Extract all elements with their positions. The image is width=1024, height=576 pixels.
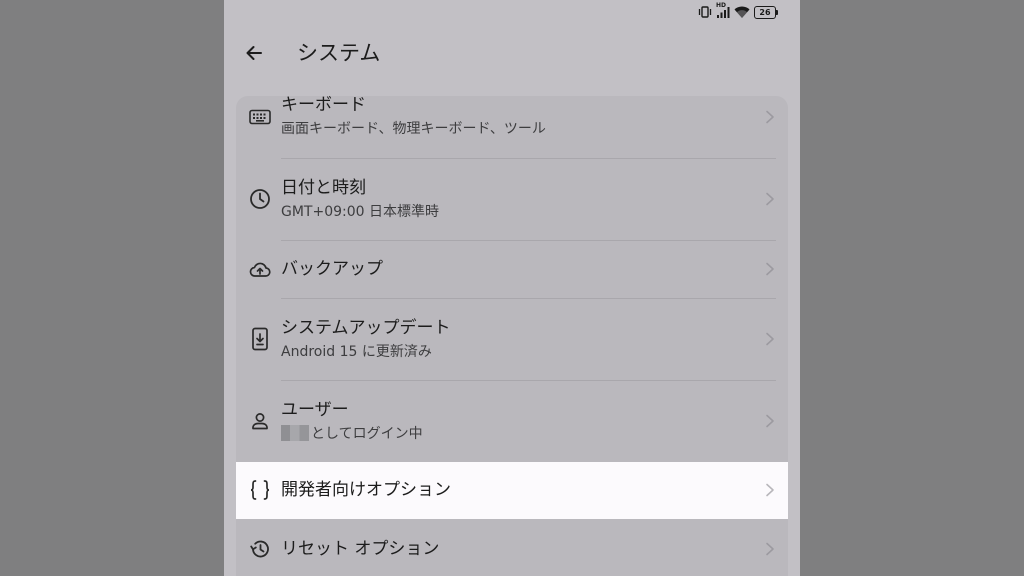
status-bar: HD 26 [698,2,778,20]
settings-item-subtitle: GMT+09:00 日本標準時 [281,204,440,220]
settings-item-title: ユーザー [281,400,349,420]
settings-item-system-update[interactable]: システムアップデート Android 15 に更新済み [236,299,788,380]
settings-item-backup[interactable]: バックアップ [236,241,788,298]
chevron-right-icon [766,332,774,346]
settings-item-keyboard[interactable]: キーボード 画面キーボード、物理キーボード、ツール [236,94,788,156]
settings-item-title: 開発者向けオプション [281,480,451,500]
code-braces-icon [248,478,272,502]
arrow-left-icon [246,46,262,60]
settings-list: キーボード 画面キーボード、物理キーボード、ツール 日付と時刻 GMT+09:0… [236,94,788,576]
chevron-right-icon [766,110,774,124]
settings-item-reset-options[interactable]: リセット オプション [236,519,788,576]
cloud-upload-icon [248,258,272,282]
settings-item-title: 日付と時刻 [281,178,366,198]
settings-item-title: リセット オプション [281,539,440,559]
settings-item-users[interactable]: ユーザー としてログイン中 [236,381,788,462]
battery-indicator: 26 [754,5,778,19]
chevron-right-icon [766,262,774,276]
clock-icon [248,187,272,211]
settings-item-developer-options[interactable]: 開発者向けオプション [236,462,788,519]
settings-item-title: バックアップ [281,259,383,279]
person-icon [248,409,272,433]
vibrate-icon [698,6,712,18]
chevron-right-icon [766,483,774,497]
signal-icon: HD [716,2,730,19]
chevron-right-icon [766,542,774,556]
settings-item-date-time[interactable]: 日付と時刻 GMT+09:00 日本標準時 [236,159,788,240]
settings-item-subtitle-row: としてログイン中 [281,424,423,444]
app-header: システム [224,30,800,76]
phone-screen: HD 26 システム キーボード 画面キーボード、物理キーボード、ツール 日付と… [224,0,800,576]
chevron-right-icon [766,414,774,428]
page-title: システム [297,41,381,65]
wifi-icon [734,6,750,19]
system-update-icon [248,327,272,351]
history-icon [248,537,272,561]
pixelated-username [281,425,309,441]
battery-level: 26 [754,5,776,19]
settings-item-subtitle: 画面キーボード、物理キーボード、ツール [281,121,546,137]
back-button[interactable] [240,39,268,67]
settings-item-subtitle: Android 15 に更新済み [281,344,432,360]
settings-item-subtitle: としてログイン中 [311,426,423,442]
keyboard-icon [248,105,272,129]
chevron-right-icon [766,192,774,206]
settings-item-title: システムアップデート [281,318,451,338]
settings-item-title: キーボード [281,95,366,115]
network-label: HD [716,1,727,9]
